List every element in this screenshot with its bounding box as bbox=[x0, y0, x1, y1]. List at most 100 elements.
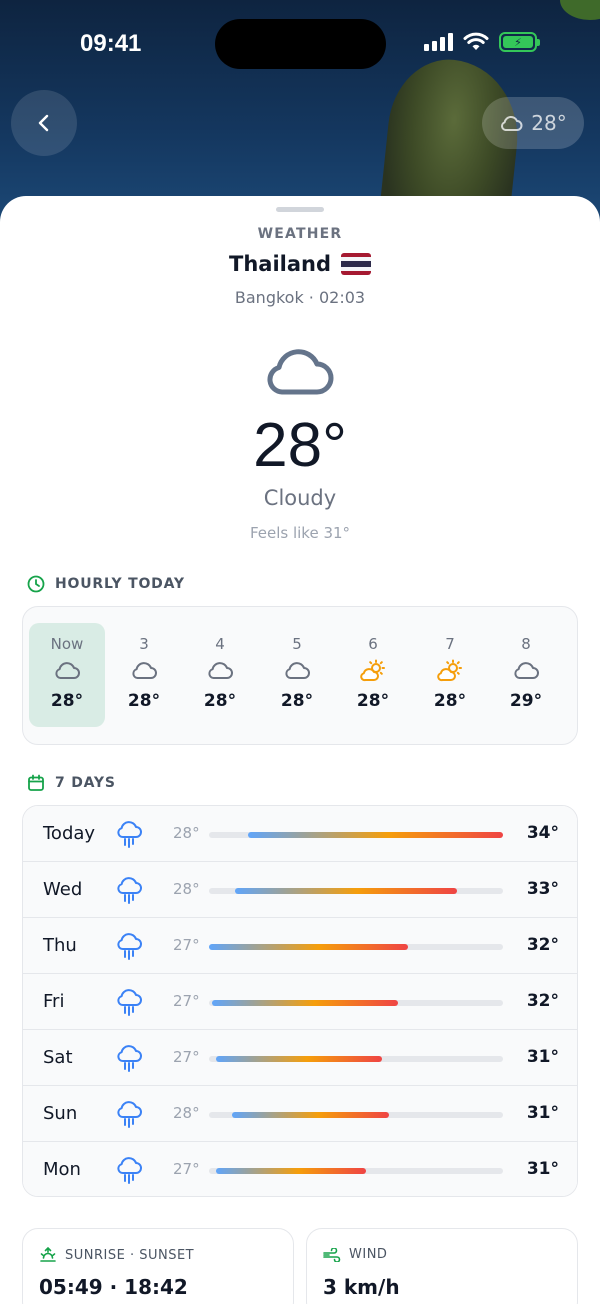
rain-cloud-icon bbox=[115, 820, 143, 852]
daily-row[interactable]: Fri 27° 32° bbox=[23, 974, 577, 1030]
temp-range-track bbox=[209, 1000, 503, 1006]
temp-range-track bbox=[209, 944, 503, 950]
country-name: Thailand bbox=[229, 252, 331, 276]
temp-range-track bbox=[209, 888, 503, 894]
hourly-item[interactable]: 5 28° bbox=[259, 623, 335, 727]
hourly-item[interactable]: 3 28° bbox=[106, 623, 182, 727]
day-name: Sun bbox=[43, 1103, 78, 1124]
city-time: Bangkok · 02:03 bbox=[234, 288, 366, 307]
hourly-temp: 28° bbox=[50, 691, 84, 711]
hourly-time: 8 bbox=[521, 635, 531, 653]
hourly-item[interactable]: 6 28° bbox=[335, 623, 411, 727]
hourly-temp: 28° bbox=[127, 691, 161, 711]
rain-cloud-icon bbox=[115, 1044, 143, 1076]
status-icons: ⚡ bbox=[424, 32, 540, 52]
cloud-icon bbox=[106, 659, 182, 683]
wind-card: WIND 3 km/h bbox=[306, 1228, 578, 1304]
hourly-temp: 28° bbox=[433, 691, 467, 711]
day-low-temp: 27° bbox=[173, 936, 200, 954]
temp-range-bar bbox=[212, 1000, 399, 1006]
weather-sheet: WEATHER Thailand Bangkok · 02:03 28° Clo… bbox=[0, 196, 600, 1304]
cloud-icon bbox=[488, 659, 564, 683]
temp-range-track bbox=[209, 832, 503, 838]
temp-range-bar bbox=[215, 1056, 383, 1062]
rain-cloud-icon bbox=[115, 932, 143, 964]
rain-cloud-icon bbox=[115, 1100, 143, 1132]
cloud-icon bbox=[259, 659, 335, 683]
daily-row[interactable]: Mon 27° 31° bbox=[23, 1142, 577, 1196]
daily-title-label: 7 DAYS bbox=[55, 775, 116, 791]
hourly-time: 5 bbox=[292, 635, 302, 653]
temp-range-bar bbox=[209, 944, 409, 950]
hourly-time: 7 bbox=[445, 635, 455, 653]
day-name: Today bbox=[43, 823, 96, 844]
temp-range-track bbox=[209, 1168, 503, 1174]
temp-range-bar bbox=[235, 888, 458, 894]
rain-cloud-icon bbox=[115, 876, 143, 908]
temp-range-track bbox=[209, 1112, 503, 1118]
daily-row[interactable]: Today 28° 34° bbox=[23, 806, 577, 862]
day-name: Thu bbox=[43, 935, 77, 956]
back-button[interactable] bbox=[11, 90, 77, 156]
day-low-temp: 27° bbox=[173, 1048, 200, 1066]
daily-row[interactable]: Sun 28° 31° bbox=[23, 1086, 577, 1142]
status-bar: 09:41 ⚡ bbox=[0, 0, 600, 90]
sun-card: SUNRISE · SUNSET 05:49 · 18:42 bbox=[22, 1228, 294, 1304]
rain-cloud-icon bbox=[115, 988, 143, 1020]
daily-row[interactable]: Sat 27° 31° bbox=[23, 1030, 577, 1086]
current-condition: Cloudy bbox=[263, 486, 337, 510]
hourly-temp: 29° bbox=[509, 691, 543, 711]
cloud-icon bbox=[29, 659, 105, 683]
sun-cloud-icon bbox=[412, 659, 488, 683]
day-name: Wed bbox=[43, 879, 83, 900]
hourly-time: 4 bbox=[215, 635, 225, 653]
wifi-icon bbox=[463, 32, 489, 50]
cloud-icon bbox=[267, 349, 334, 395]
day-high-temp: 33° bbox=[526, 879, 559, 899]
day-high-temp: 32° bbox=[526, 935, 559, 955]
hourly-item[interactable]: 4 28° bbox=[182, 623, 258, 727]
day-low-temp: 27° bbox=[173, 992, 200, 1010]
daily-row[interactable]: Thu 27° 32° bbox=[23, 918, 577, 974]
sun-times: 05:49 · 18:42 bbox=[39, 1275, 188, 1299]
day-low-temp: 28° bbox=[173, 824, 200, 842]
current-temp: 28° bbox=[253, 411, 347, 480]
cloud-icon bbox=[182, 659, 258, 683]
temp-range-bar bbox=[215, 1168, 366, 1174]
hourly-item[interactable]: 8 29° bbox=[488, 623, 564, 727]
calendar-icon bbox=[28, 774, 44, 791]
chip-temp: 28° bbox=[531, 111, 567, 135]
feels-like: Feels like 31° bbox=[249, 524, 351, 542]
cloud-icon bbox=[501, 116, 523, 131]
hourly-temp: 28° bbox=[280, 691, 314, 711]
day-high-temp: 31° bbox=[526, 1103, 559, 1123]
hourly-item[interactable]: Now 28° bbox=[29, 623, 105, 727]
temp-range-bar bbox=[248, 832, 503, 838]
hourly-item[interactable]: 7 28° bbox=[412, 623, 488, 727]
day-low-temp: 28° bbox=[173, 880, 200, 898]
rain-cloud-icon bbox=[115, 1156, 143, 1188]
daily-row[interactable]: Wed 28° 33° bbox=[23, 862, 577, 918]
chevron-left-icon bbox=[38, 114, 49, 132]
hourly-time: 3 bbox=[139, 635, 149, 653]
hourly-card: Now 28° 3 28° 4 28° 5 28° 6 28° 7 28° 8 29° bbox=[22, 606, 578, 745]
daily-title: 7 DAYS bbox=[27, 774, 116, 792]
sun-cloud-icon bbox=[335, 659, 411, 683]
hourly-temp: 28° bbox=[356, 691, 390, 711]
status-time: 09:41 bbox=[80, 30, 142, 57]
day-name: Fri bbox=[43, 991, 65, 1012]
sun-title: SUNRISE · SUNSET bbox=[39, 1247, 194, 1263]
temp-range-track bbox=[209, 1056, 503, 1062]
hourly-temp: 28° bbox=[203, 691, 237, 711]
clock-icon bbox=[27, 575, 45, 593]
day-high-temp: 34° bbox=[526, 823, 559, 843]
temp-range-bar bbox=[231, 1112, 389, 1118]
weather-chip-button[interactable]: 28° bbox=[482, 97, 584, 149]
day-low-temp: 27° bbox=[173, 1160, 200, 1178]
sunrise-icon bbox=[40, 1247, 56, 1262]
day-name: Mon bbox=[43, 1159, 81, 1180]
wind-title-label: WIND bbox=[349, 1247, 388, 1262]
sun-title-label: SUNRISE · SUNSET bbox=[65, 1247, 195, 1263]
wind-icon bbox=[323, 1247, 341, 1262]
sheet-grabber[interactable] bbox=[276, 207, 324, 212]
